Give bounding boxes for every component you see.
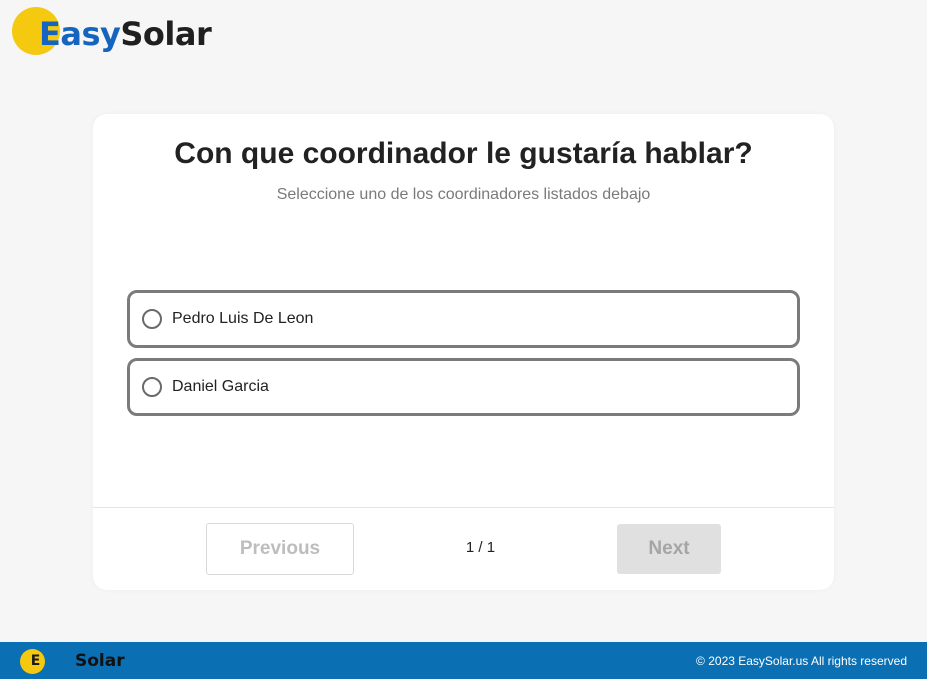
logo-wordmark: EasySolar <box>39 15 212 53</box>
logo-text-solar: Solar <box>120 15 212 53</box>
option-label: Daniel Garcia <box>172 378 269 395</box>
survey-card: Con que coordinador le gustaría hablar? … <box>93 114 834 590</box>
footer-logo-sun-icon: E <box>20 649 45 674</box>
header-logo[interactable]: EasySolar <box>10 5 220 57</box>
question-subtitle: Seleccione uno de los coordinadores list… <box>276 186 651 203</box>
radio-button-icon[interactable] <box>142 309 162 329</box>
radio-button-icon[interactable] <box>142 377 162 397</box>
page-indicator: 1 / 1 <box>465 539 496 556</box>
footer: E Solar © 2023 EasySolar.us All rights r… <box>0 642 927 679</box>
option-label: Pedro Luis De Leon <box>172 310 314 327</box>
footer-logo-text: Solar <box>75 651 125 671</box>
option-daniel-garcia[interactable]: Daniel Garcia <box>127 358 800 416</box>
question-title: Con que coordinador le gustaría hablar? <box>174 137 753 170</box>
card-divider <box>93 507 834 508</box>
logo-text-easy: Easy <box>39 15 121 53</box>
footer-copyright: © 2023 EasySolar.us All rights reserved <box>696 654 907 668</box>
previous-button[interactable]: Previous <box>206 523 354 575</box>
option-pedro-luis-de-leon[interactable]: Pedro Luis De Leon <box>127 290 800 348</box>
next-button[interactable]: Next <box>617 524 721 574</box>
